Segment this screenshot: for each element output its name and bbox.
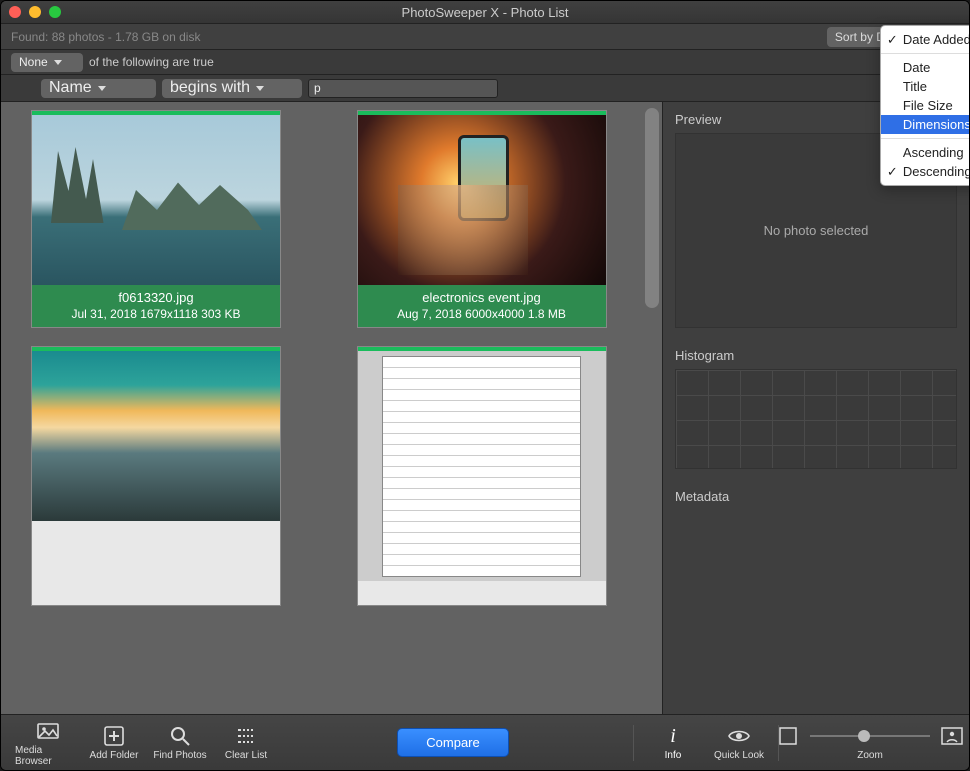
menu-separator [881,53,970,54]
filter-match-tail: of the following are true [89,55,214,69]
eye-icon [727,724,751,748]
metadata-title: Metadata [675,489,957,504]
photo-card[interactable]: f0613320.jpg Jul 31, 2018 1679x1118 303 … [31,110,281,328]
bottom-toolbar: Media Browser Add Folder Find Photos Cle… [1,714,969,770]
window-title: PhotoSweeper X - Photo List [61,5,909,20]
menu-date-added[interactable]: Date Added [881,30,970,49]
menu-date[interactable]: Date [881,58,970,77]
toolbar-divider [633,725,634,761]
zoom-icon[interactable] [49,6,61,18]
menu-descending[interactable]: Descending [881,162,970,181]
find-photos-button[interactable]: Find Photos [147,724,213,761]
status-bar: Found: 88 photos - 1.78 GB on disk Sort … [1,24,969,50]
info-button[interactable]: i Info [640,724,706,761]
photo-info: electronics event.jpg Aug 7, 2018 6000x4… [358,285,606,327]
filter-row-1: None of the following are true [1,50,969,75]
filter-value-input[interactable] [308,79,498,98]
menu-dimensions[interactable]: Dimensions [881,115,970,134]
thumbnail [358,351,606,581]
photo-grid[interactable]: f0613320.jpg Jul 31, 2018 1679x1118 303 … [1,102,662,714]
minimize-icon[interactable] [29,6,41,18]
filter-operator-popup[interactable]: begins with [162,79,302,98]
thumb-small-icon [776,724,800,748]
status-text: Found: 88 photos - 1.78 GB on disk [11,30,827,44]
media-browser-button[interactable]: Media Browser [15,719,81,767]
photo-card[interactable]: electronics event.jpg Aug 7, 2018 6000x4… [357,110,607,328]
photo-card[interactable] [357,346,607,606]
main-area: f0613320.jpg Jul 31, 2018 1679x1118 303 … [1,102,969,714]
filter-row-2: Name begins with [1,75,969,102]
thumbnail [32,351,280,521]
photo-card[interactable] [31,346,281,606]
search-icon [168,724,192,748]
svg-text:i: i [670,725,676,747]
menu-separator [881,138,970,139]
side-panel: Preview No photo selected Histogram Meta… [662,102,969,714]
scrollbar[interactable] [645,108,659,308]
add-folder-button[interactable]: Add Folder [81,724,147,761]
histogram-title: Histogram [675,348,957,363]
menu-ascending[interactable]: Ascending [881,143,970,162]
zoom-control[interactable]: Zoom [785,724,955,761]
window-controls [9,6,61,18]
filter-field-popup[interactable]: Name [41,79,156,98]
titlebar: PhotoSweeper X - Photo List [1,1,969,24]
menu-title[interactable]: Title [881,77,970,96]
sort-button[interactable]: Sort by Date Added Date Added Date Title… [827,27,959,47]
thumb-large-icon [940,724,964,748]
close-icon[interactable] [9,6,21,18]
photo-info: f0613320.jpg Jul 31, 2018 1679x1118 303 … [32,285,280,327]
photos-icon [36,719,60,743]
photo-filename: electronics event.jpg [362,290,602,307]
thumbnail [32,115,280,285]
list-clear-icon [234,724,258,748]
thumbnail [358,115,606,285]
clear-list-button[interactable]: Clear List [213,724,279,761]
quick-look-button[interactable]: Quick Look [706,724,772,761]
zoom-slider[interactable] [810,735,930,737]
histogram-box [675,369,957,469]
sort-menu: Date Added Date Title File Size Dimensio… [880,25,970,186]
preview-empty-text: No photo selected [764,223,869,238]
app-window: PhotoSweeper X - Photo List Found: 88 ph… [0,0,970,771]
plus-icon [102,724,126,748]
photo-filename: f0613320.jpg [36,290,276,307]
photo-meta: Aug 7, 2018 6000x4000 1.8 MB [362,307,602,323]
menu-file-size[interactable]: File Size [881,96,970,115]
filter-match-popup[interactable]: None [11,53,83,72]
info-icon: i [661,724,685,748]
photo-meta: Jul 31, 2018 1679x1118 303 KB [36,307,276,323]
compare-button[interactable]: Compare [397,728,508,757]
